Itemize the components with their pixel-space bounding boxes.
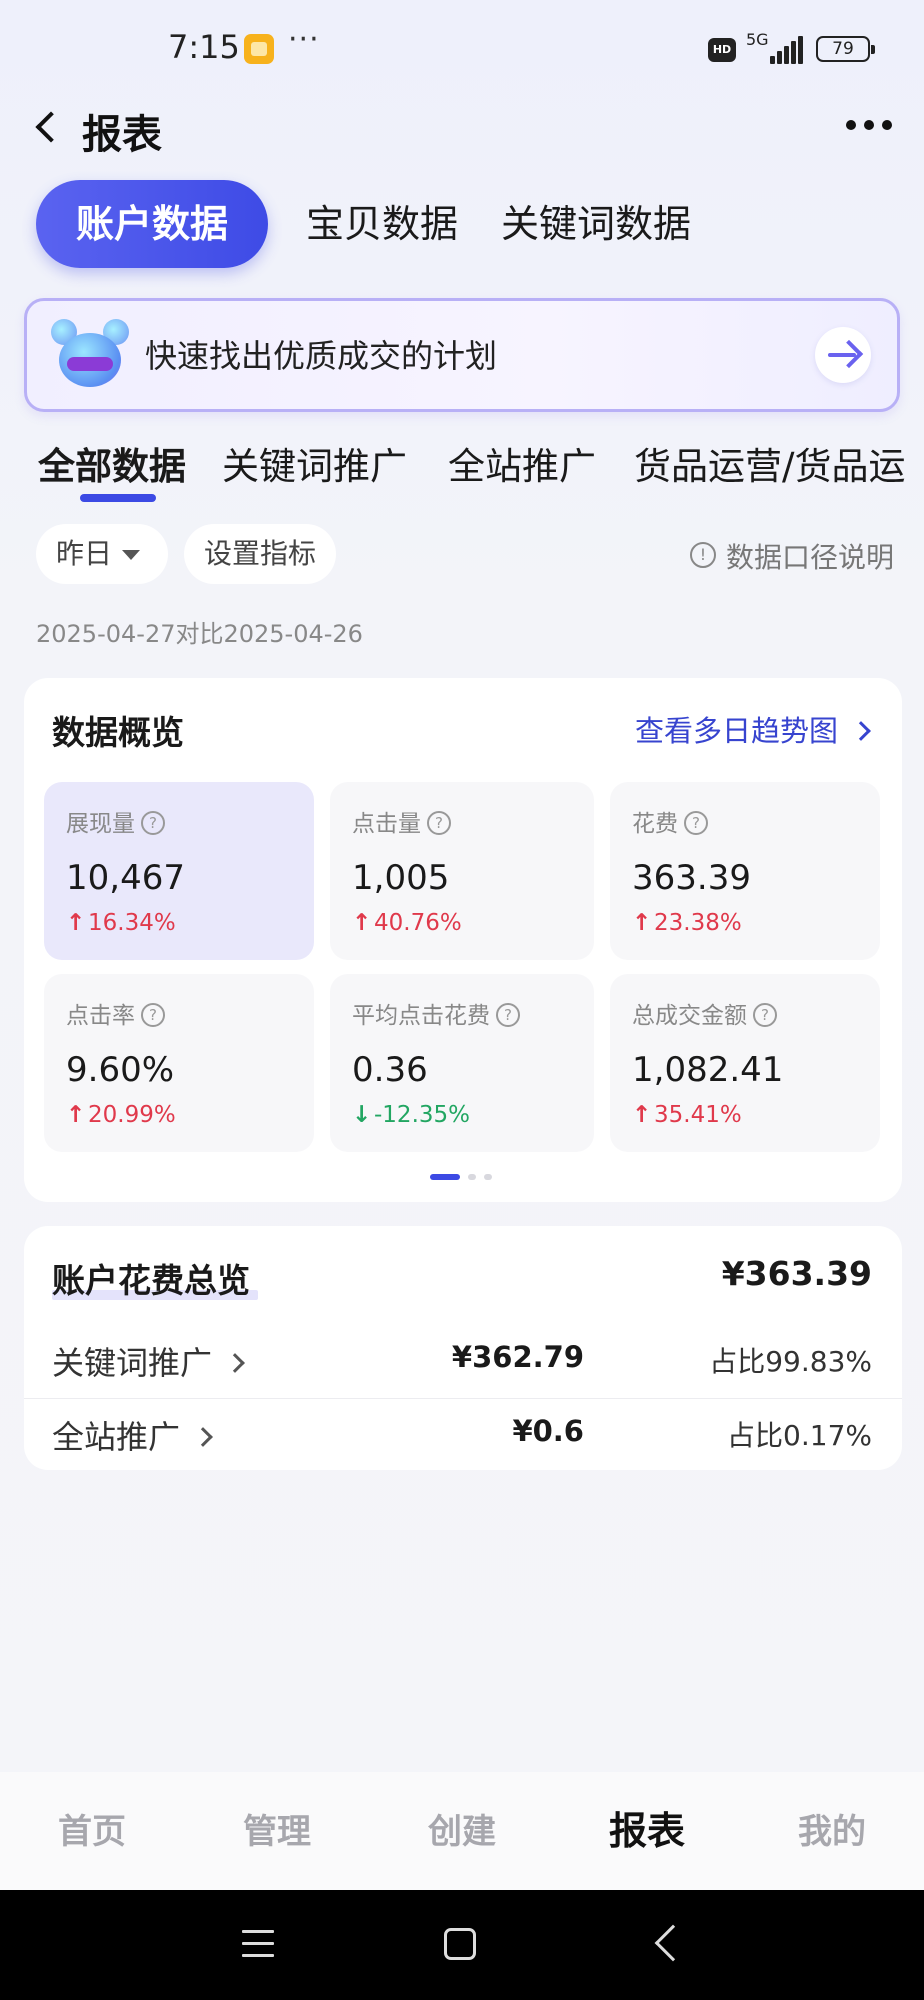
- spend-title: 账户花费总览: [52, 1261, 250, 1300]
- trend-chart-link[interactable]: 查看多日趋势图: [635, 708, 871, 750]
- status-time: 7:15: [168, 28, 240, 66]
- data-caliber-link[interactable]: 数据口径说明: [726, 536, 894, 576]
- metric-impressions[interactable]: 展现量? 10,467 ↑ 16.34%: [44, 782, 314, 960]
- metric-change: ↑ 23.38%: [632, 910, 742, 936]
- date-compare: 2025-04-27对比2025-04-26: [36, 620, 363, 648]
- nav-mine[interactable]: 我的: [762, 1804, 902, 1853]
- subtab-product-ops[interactable]: 货品运营/货品运: [634, 436, 905, 490]
- signal-icon: [770, 36, 804, 64]
- spend-row-label: 关键词推广: [52, 1338, 245, 1384]
- tab-item-data[interactable]: 宝贝数据: [306, 180, 458, 268]
- metric-label: 平均点击花费?: [352, 996, 520, 1030]
- subtab-site-promo[interactable]: 全站推广: [448, 436, 596, 490]
- chevron-right-icon: [225, 1353, 245, 1373]
- metric-change: ↓ -12.35%: [352, 1102, 470, 1128]
- battery-icon: 79: [816, 36, 875, 62]
- arrow-up-icon: ↑: [352, 910, 372, 936]
- chevron-right-icon: [851, 721, 871, 741]
- header: 报表: [0, 96, 924, 160]
- info-icon[interactable]: !: [690, 542, 716, 568]
- spend-row-share: 占比99.83%: [709, 1345, 872, 1378]
- banner-text: 快速找出优质成交的计划: [145, 337, 498, 375]
- metric-label: 花费?: [632, 804, 708, 838]
- spend-row-keyword[interactable]: 关键词推广 ¥362.79 占比99.83%: [24, 1324, 902, 1396]
- metric-label: 点击量?: [352, 804, 451, 838]
- date-filter-label: 昨日: [56, 537, 113, 570]
- back-icon[interactable]: [30, 110, 66, 146]
- arrow-up-icon: ↑: [66, 910, 86, 936]
- chevron-right-icon: [193, 1427, 213, 1447]
- mascot-icon: [49, 315, 129, 395]
- help-icon[interactable]: ?: [496, 1002, 520, 1027]
- help-icon[interactable]: ?: [684, 810, 708, 835]
- network-label: 5G: [746, 30, 769, 49]
- spend-row-amount: ¥362.79: [451, 1340, 584, 1374]
- help-icon[interactable]: ?: [427, 810, 451, 835]
- help-icon[interactable]: ?: [753, 1002, 777, 1027]
- metric-change: ↑ 40.76%: [352, 910, 462, 936]
- active-tab-indicator: [80, 494, 156, 502]
- set-metrics-button[interactable]: 设置指标: [184, 524, 337, 584]
- metric-value: 1,082.41: [632, 1050, 784, 1090]
- metric-label: 点击率?: [66, 996, 165, 1030]
- overview-title: 数据概览: [52, 713, 184, 752]
- metric-value: 1,005: [352, 858, 450, 898]
- data-overview-card: 数据概览 查看多日趋势图 展现量? 10,467 ↑ 16.34% 点击量? 1,…: [24, 678, 902, 1202]
- metric-total-gmv[interactable]: 总成交金额? 1,082.41 ↑ 35.41%: [610, 974, 880, 1152]
- date-filter[interactable]: 昨日: [36, 524, 168, 584]
- help-icon[interactable]: ?: [141, 1002, 165, 1027]
- caret-down-icon: [122, 550, 141, 560]
- metric-label: 总成交金额?: [632, 996, 777, 1030]
- metric-clicks[interactable]: 点击量? 1,005 ↑ 40.76%: [330, 782, 594, 960]
- spend-row-share: 占比0.17%: [727, 1419, 872, 1452]
- home-icon[interactable]: [444, 1928, 476, 1960]
- notes-app-icon: [244, 34, 274, 64]
- nav-reports[interactable]: 报表: [577, 1800, 717, 1855]
- spend-row-label: 全站推广: [52, 1412, 213, 1458]
- system-nav-bar: [0, 1890, 924, 2000]
- bottom-nav: 首页 管理 创建 报表 我的: [0, 1772, 924, 1890]
- arrow-up-icon: ↑: [632, 1102, 652, 1128]
- metric-value: 10,467: [66, 858, 185, 898]
- top-tabs: 账户数据 宝贝数据 关键词数据: [36, 180, 896, 270]
- help-icon[interactable]: ?: [141, 810, 165, 835]
- spend-row-amount: ¥0.6: [512, 1414, 584, 1448]
- metric-value: 0.36: [352, 1050, 428, 1090]
- metric-change: ↑ 35.41%: [632, 1102, 742, 1128]
- tab-keyword-data[interactable]: 关键词数据: [501, 180, 691, 268]
- status-bar: 7:15 ··· HD 5G 79: [0, 0, 924, 100]
- more-icon[interactable]: [846, 118, 896, 132]
- metric-value: 9.60%: [66, 1050, 175, 1090]
- spend-total: ¥363.39: [721, 1254, 872, 1293]
- tab-account-data[interactable]: 账户数据: [36, 180, 268, 268]
- metric-avg-cpc[interactable]: 平均点击花费? 0.36 ↓ -12.35%: [330, 974, 594, 1152]
- more-notifications-icon: ···: [288, 22, 320, 57]
- arrow-up-icon: ↑: [632, 910, 652, 936]
- arrow-right-icon[interactable]: [815, 327, 871, 383]
- arrow-up-icon: ↑: [66, 1102, 86, 1128]
- spend-row-site[interactable]: 全站推广 ¥0.6 占比0.17%: [24, 1398, 902, 1470]
- menu-icon[interactable]: [242, 1930, 274, 1958]
- nav-home[interactable]: 首页: [22, 1804, 162, 1853]
- nav-manage[interactable]: 管理: [207, 1804, 347, 1853]
- metric-label: 展现量?: [66, 804, 165, 838]
- page-title: 报表: [82, 112, 162, 158]
- subtab-all-data[interactable]: 全部数据: [38, 436, 186, 490]
- metric-change: ↑ 16.34%: [66, 910, 176, 936]
- account-spend-card: 账户花费总览 ¥363.39 关键词推广 ¥362.79 占比99.83% 全站…: [24, 1226, 902, 1470]
- sub-tabs: 全部数据 关键词推广 全站推广 货品运营/货品运: [0, 432, 924, 502]
- metric-change: ↑ 20.99%: [66, 1102, 176, 1128]
- metric-value: 363.39: [632, 858, 751, 898]
- hd-icon: HD: [708, 38, 736, 62]
- nav-create[interactable]: 创建: [392, 1804, 532, 1853]
- metric-spend[interactable]: 花费? 363.39 ↑ 23.38%: [610, 782, 880, 960]
- system-back-icon[interactable]: [654, 1924, 692, 1962]
- arrow-down-icon: ↓: [352, 1102, 372, 1128]
- set-metrics-label: 设置指标: [204, 537, 317, 570]
- subtab-keyword-promo[interactable]: 关键词推广: [222, 436, 407, 490]
- promo-banner[interactable]: 快速找出优质成交的计划: [24, 298, 900, 412]
- metric-ctr[interactable]: 点击率? 9.60% ↑ 20.99%: [44, 974, 314, 1152]
